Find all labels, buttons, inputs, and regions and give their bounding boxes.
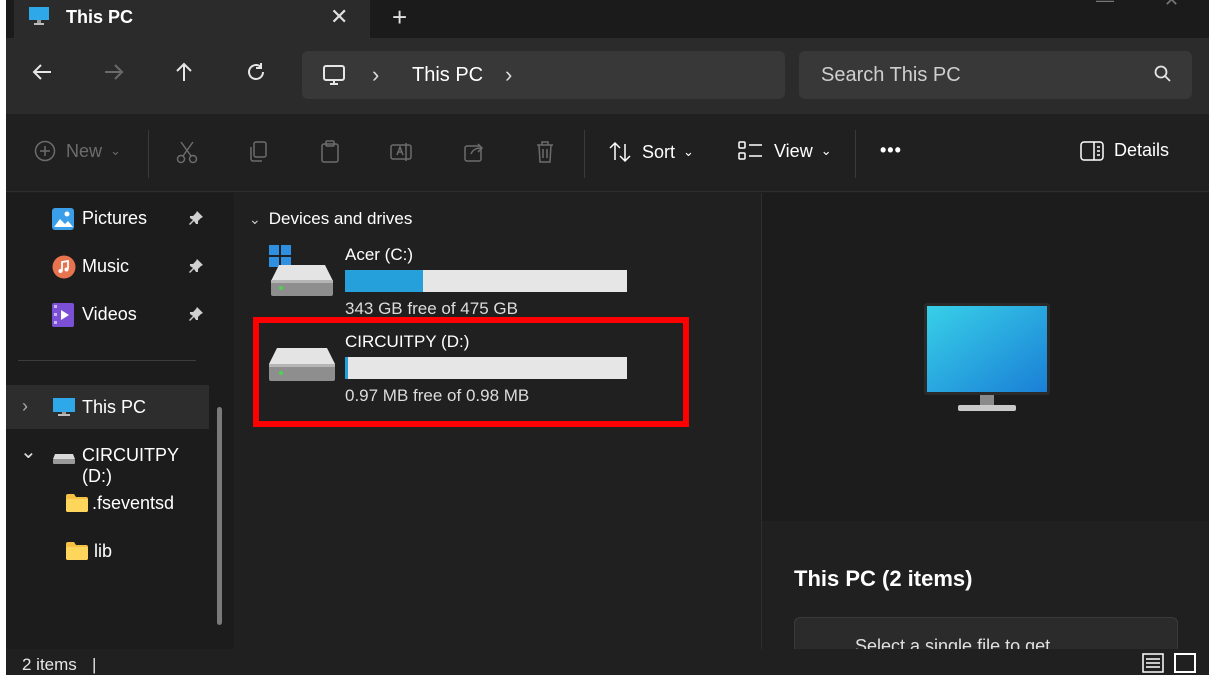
folder-icon bbox=[66, 494, 88, 517]
view-label: View bbox=[774, 140, 813, 161]
music-icon bbox=[52, 255, 76, 284]
breadcrumb-chevron-icon[interactable]: › bbox=[505, 62, 512, 88]
sidebar-item-label: .fseventsd bbox=[92, 493, 175, 513]
new-label: New bbox=[66, 140, 103, 161]
highlight-box bbox=[253, 317, 689, 427]
close-window-icon[interactable]: ✕ bbox=[1164, 0, 1179, 11]
group-header[interactable]: ⌄ Devices and drives bbox=[249, 209, 412, 229]
chevron-down-icon: ⌄ bbox=[249, 210, 261, 227]
sort-arrows-icon bbox=[608, 140, 632, 164]
refresh-icon[interactable] bbox=[244, 60, 268, 90]
up-icon[interactable] bbox=[172, 60, 196, 90]
sidebar-item-music[interactable]: Music bbox=[6, 244, 209, 288]
breadcrumb-this-pc[interactable]: This PC bbox=[412, 64, 483, 87]
rename-icon[interactable] bbox=[389, 140, 413, 164]
forward-icon[interactable] bbox=[102, 60, 126, 90]
videos-icon bbox=[52, 303, 74, 332]
status-bar: 2 items | bbox=[6, 649, 1209, 675]
tab-close-button[interactable]: ✕ bbox=[330, 4, 348, 30]
share-icon[interactable] bbox=[462, 140, 486, 164]
item-count: 2 items bbox=[22, 655, 77, 674]
new-tab-button[interactable]: + bbox=[392, 2, 407, 33]
copy-icon[interactable] bbox=[247, 140, 269, 164]
status-divider: | bbox=[92, 655, 97, 674]
sidebar-item-pictures[interactable]: Pictures bbox=[6, 196, 209, 240]
windows-drive-icon bbox=[269, 245, 335, 304]
divider bbox=[148, 130, 149, 178]
chevron-down-icon: ⌄ bbox=[110, 143, 121, 158]
sidebar-item-label: This PC bbox=[82, 397, 147, 417]
chevron-down-icon: ⌄ bbox=[683, 144, 694, 159]
back-icon[interactable] bbox=[30, 60, 54, 90]
file-explorer-window: This PC ✕ + — ✕ › This PC › Search This … bbox=[6, 0, 1209, 675]
chevron-down-icon[interactable]: ⌄ bbox=[20, 439, 37, 464]
divider bbox=[18, 360, 196, 361]
details-pane-icon bbox=[1080, 140, 1104, 161]
more-options-button[interactable]: ••• bbox=[880, 140, 902, 161]
monitor-icon bbox=[28, 6, 50, 31]
pin-icon[interactable] bbox=[188, 210, 204, 231]
breadcrumb-chevron-icon[interactable]: › bbox=[372, 62, 379, 88]
tiles-view-icon[interactable] bbox=[1174, 653, 1196, 673]
tab-bar: This PC ✕ + — ✕ bbox=[6, 0, 1209, 38]
sidebar-item-this-pc[interactable]: › This PC bbox=[6, 385, 209, 429]
drive-icon bbox=[52, 449, 76, 470]
drive-item[interactable]: Acer (C:) 343 GB free of 475 GB bbox=[265, 245, 645, 325]
sidebar-item-lib[interactable]: lib bbox=[6, 529, 209, 573]
search-input[interactable] bbox=[799, 51, 1192, 99]
folder-icon bbox=[66, 542, 88, 565]
details-pane: This PC (2 items) Select a single file t… bbox=[761, 193, 1209, 657]
details-view-icon[interactable] bbox=[1142, 653, 1164, 673]
new-button[interactable]: New ⌄ bbox=[34, 140, 121, 162]
monitor-icon bbox=[52, 397, 76, 422]
chevron-right-icon[interactable]: › bbox=[22, 396, 28, 417]
sidebar-item-label: Videos bbox=[82, 304, 137, 324]
delete-icon[interactable] bbox=[534, 140, 556, 164]
preview-area bbox=[762, 193, 1209, 521]
details-label: Details bbox=[1114, 140, 1170, 160]
drive-free-space: 343 GB free of 475 GB bbox=[345, 299, 518, 318]
sidebar-item-label: Pictures bbox=[82, 208, 148, 228]
sidebar-item-fseventsd[interactable]: .fseventsd bbox=[6, 481, 209, 525]
view-list-icon bbox=[738, 140, 764, 162]
drive-usage-fill bbox=[345, 270, 424, 292]
pictures-icon bbox=[52, 208, 74, 235]
sort-button[interactable]: Sort ⌄ bbox=[608, 140, 694, 164]
divider bbox=[584, 130, 585, 178]
drive-name: Acer (C:) bbox=[345, 245, 413, 264]
pin-icon[interactable] bbox=[188, 258, 204, 279]
large-monitor-icon bbox=[922, 301, 1052, 420]
divider bbox=[855, 130, 856, 178]
sidebar-item-videos[interactable]: Videos bbox=[6, 292, 209, 336]
scrollbar[interactable] bbox=[217, 407, 222, 625]
minimize-icon[interactable]: — bbox=[1096, 0, 1114, 11]
search-icon[interactable] bbox=[1154, 65, 1172, 88]
tab-title: This PC bbox=[66, 7, 134, 27]
address-row: › This PC › bbox=[6, 38, 1209, 114]
tab-this-pc[interactable]: This PC ✕ bbox=[14, 0, 370, 38]
sidebar-item-label: Music bbox=[82, 256, 130, 276]
details-button[interactable]: Details bbox=[1080, 140, 1169, 161]
sort-label: Sort bbox=[642, 141, 676, 162]
navigation-pane: Pictures Music Videos › This PC ⌄ CIRCUI… bbox=[6, 193, 234, 649]
search-box[interactable] bbox=[799, 51, 1192, 99]
chevron-down-icon: ⌄ bbox=[820, 143, 832, 158]
monitor-outline-icon bbox=[322, 63, 346, 92]
details-title: This PC (2 items) bbox=[794, 566, 973, 591]
sidebar-item-circuitpy[interactable]: ⌄ CIRCUITPY (D:) bbox=[6, 433, 209, 486]
group-label: Devices and drives bbox=[268, 209, 413, 228]
cut-icon[interactable] bbox=[176, 140, 198, 164]
plus-circle-icon bbox=[34, 140, 56, 162]
content-area: ⌄ Devices and drives Acer (C:) 343 GB fr… bbox=[235, 193, 759, 649]
pin-icon[interactable] bbox=[188, 306, 204, 327]
paste-icon[interactable] bbox=[319, 140, 341, 164]
sidebar-item-label: lib bbox=[94, 541, 113, 561]
view-button[interactable]: View ⌄ bbox=[738, 140, 832, 162]
drive-usage-bar bbox=[345, 270, 627, 292]
command-bar: New ⌄ Sort ⌄ View ⌄ ••• Details bbox=[6, 114, 1209, 192]
address-bar[interactable]: › This PC › bbox=[302, 51, 785, 99]
